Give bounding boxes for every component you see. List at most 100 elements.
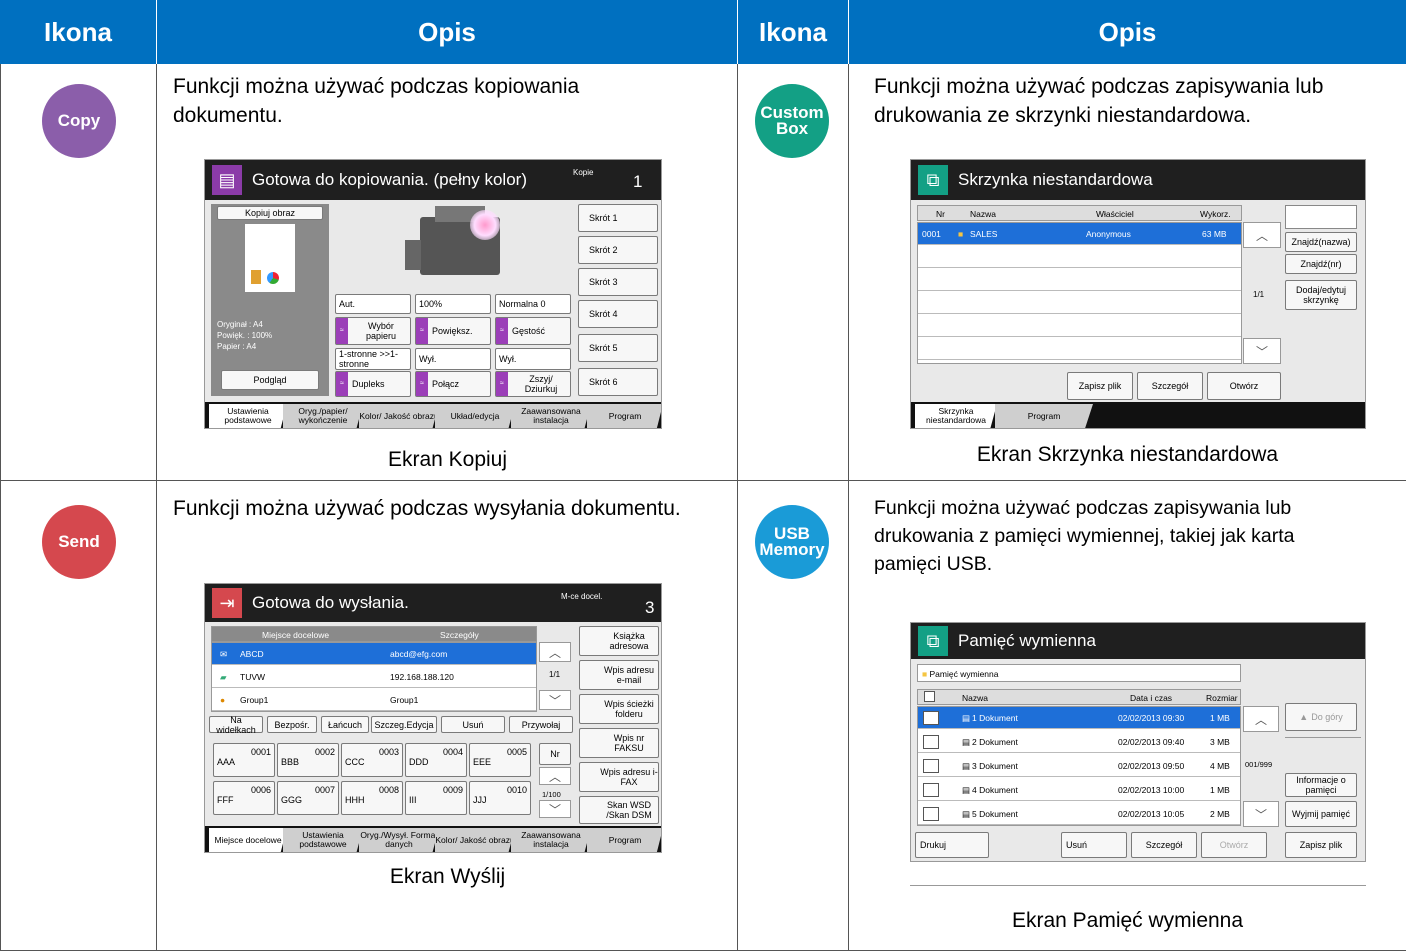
- box-search-field[interactable]: [1285, 205, 1357, 229]
- box-col-name[interactable]: Nazwa: [970, 209, 996, 219]
- destination-row[interactable]: ▰ TUVW 192.168.188.120: [212, 666, 536, 688]
- fax-number-button[interactable]: Wpis nr FAKSU: [579, 728, 659, 758]
- box-scroll-up-icon[interactable]: ︿: [1243, 222, 1281, 248]
- combine-button[interactable]: ≈ Połącz: [415, 371, 491, 397]
- tab-layout-edit[interactable]: Układ/edycja: [435, 404, 515, 428]
- address-entry[interactable]: 0010 JJJ: [469, 781, 531, 815]
- tab-program[interactable]: Program: [995, 404, 1093, 428]
- memory-info-button[interactable]: Informacje o pamięci: [1285, 773, 1357, 797]
- duplex-button[interactable]: ≈ Dupleks: [335, 371, 411, 397]
- tab-basic-settings[interactable]: Ustawienia podstawowe: [283, 828, 363, 852]
- staple-punch-button[interactable]: ≈ Zszyj/ Dziurkuj: [495, 371, 571, 397]
- address-name: FFF: [217, 795, 234, 805]
- tab-original-paper[interactable]: Oryg./papier/ wykończenie: [283, 404, 363, 428]
- box-table: 0001 ■ SALES Anonymous 63 MB: [917, 222, 1242, 364]
- open-button[interactable]: Otwórz: [1207, 372, 1281, 400]
- eject-memory-button[interactable]: Wyjmij pamięć: [1285, 801, 1357, 827]
- address-entry[interactable]: 0004 DDD: [405, 743, 467, 777]
- print-button[interactable]: Drukuj: [915, 832, 989, 858]
- address-entry[interactable]: 0005 EEE: [469, 743, 531, 777]
- tab-advanced-setup[interactable]: Zaawansowana instalacja: [511, 404, 591, 428]
- address-entry[interactable]: 0006 FFF: [213, 781, 275, 815]
- address-entry[interactable]: 0007 GGG: [277, 781, 339, 815]
- address-entry[interactable]: 0008 HHH: [341, 781, 403, 815]
- file-row[interactable]: ▤ 3 Dokument 02/02/2013 09:50 4 MB: [918, 755, 1240, 777]
- email-entry-button[interactable]: Wpis adresu e-mail: [579, 660, 659, 690]
- file-row[interactable]: ▤ 2 Dokument 02/02/2013 09:40 3 MB: [918, 731, 1240, 753]
- go-up-button[interactable]: ▲ Do góry: [1285, 703, 1357, 731]
- destination-row[interactable]: ✉ ABCD abcd@efg.com: [212, 643, 536, 665]
- folder-path-button[interactable]: Wpis ścieżki folderu: [579, 694, 659, 724]
- address-scroll-down-icon[interactable]: ﹀: [539, 800, 571, 818]
- chain-button[interactable]: Łańcuch: [321, 716, 369, 733]
- file-checkbox-checked[interactable]: [923, 711, 939, 725]
- address-entry[interactable]: 0003 CCC: [341, 743, 403, 777]
- detail-button[interactable]: Szczegół: [1137, 372, 1203, 400]
- address-entry[interactable]: 0001 AAA: [213, 743, 275, 777]
- shortcut-3-button[interactable]: Skrót 3: [578, 268, 658, 296]
- tab-color-quality[interactable]: Kolor/ Jakość obrazu: [435, 828, 515, 852]
- usb-col-date[interactable]: Data i czas: [1130, 693, 1172, 703]
- shortcut-1-button[interactable]: Skrót 1: [578, 204, 658, 232]
- address-entry[interactable]: 0009 III: [405, 781, 467, 815]
- box-row-sales[interactable]: 0001 ■ SALES Anonymous 63 MB: [918, 223, 1241, 245]
- address-scroll-up-icon[interactable]: ︿: [539, 767, 571, 785]
- wsd-scan-button[interactable]: Skan WSD /Skan DSM: [579, 796, 659, 824]
- usb-save-file-button[interactable]: Zapisz plik: [1285, 832, 1357, 858]
- tab-color-quality[interactable]: Kolor/ Jakość obrazu: [359, 404, 439, 428]
- usb-delete-button[interactable]: Usuń: [1061, 832, 1127, 858]
- file-row[interactable]: ▤ 5 Dokument 02/02/2013 10:05 2 MB: [918, 803, 1240, 825]
- usb-open-button[interactable]: Otwórz: [1201, 832, 1267, 858]
- detail-edit-button[interactable]: Szczeg.Edycja: [371, 716, 437, 733]
- find-by-number-button[interactable]: Znajdź(nr): [1285, 254, 1357, 274]
- file-checkbox[interactable]: [923, 735, 939, 749]
- file-row[interactable]: ▤ 1 Dokument 02/02/2013 09:30 1 MB: [918, 707, 1240, 729]
- sort-number-button[interactable]: Nr: [539, 743, 571, 765]
- file-checkbox[interactable]: [923, 783, 939, 797]
- tab-destination[interactable]: Miejsce docelowe: [209, 828, 287, 852]
- shortcut-2-button[interactable]: Skrót 2: [578, 236, 658, 264]
- box-icon: ⧉: [918, 165, 948, 195]
- usb-col-name[interactable]: Nazwa: [962, 693, 988, 703]
- shortcut-5-button[interactable]: Skrót 5: [578, 334, 658, 362]
- usb-description: Funkcji można używać podczas zapisywania…: [874, 497, 1295, 575]
- select-all-checkbox[interactable]: [924, 691, 935, 702]
- send-scroll-up-icon[interactable]: ︿: [539, 642, 571, 662]
- ifax-entry-button[interactable]: Wpis adresu i-FAX: [579, 762, 659, 792]
- copy-preview-button[interactable]: Podgląd: [221, 370, 319, 390]
- paper-selection-button[interactable]: ≈ Wybór papieru: [335, 317, 411, 345]
- direct-button[interactable]: Bezpośr.: [267, 716, 317, 733]
- tab-custom-box[interactable]: Skrzynka niestandardowa: [915, 404, 997, 428]
- delete-button[interactable]: Usuń: [441, 716, 505, 733]
- usb-scroll-up-icon[interactable]: ︿: [1243, 706, 1279, 732]
- usb-page-indicator: 001/999: [1245, 760, 1273, 769]
- file-row[interactable]: ▤ 4 Dokument 02/02/2013 10:00 1 MB: [918, 779, 1240, 801]
- recall-button[interactable]: Przywołaj: [509, 716, 573, 733]
- save-file-button[interactable]: Zapisz plik: [1067, 372, 1133, 400]
- zoom-button[interactable]: ≈ Powiększ.: [415, 317, 491, 345]
- shortcut-4-button[interactable]: Skrót 4: [578, 300, 658, 328]
- on-hook-button[interactable]: Na widełkach: [209, 715, 263, 735]
- shortcut-6-button[interactable]: Skrót 6: [578, 368, 658, 396]
- address-book-button[interactable]: Książka adresowa: [579, 626, 659, 656]
- add-edit-box-button[interactable]: Dodaj/edytuj skrzynkę: [1285, 280, 1357, 310]
- tab-send-format[interactable]: Oryg./Wysył. Format danych: [359, 828, 439, 852]
- usb-detail-button[interactable]: Szczegół: [1131, 832, 1197, 858]
- file-checkbox[interactable]: [923, 759, 939, 773]
- box-col-used[interactable]: Wykorz.: [1200, 209, 1231, 219]
- tab-basic-settings[interactable]: Ustawienia podstawowe: [209, 404, 287, 428]
- box-scroll-down-icon[interactable]: ﹀: [1243, 338, 1281, 364]
- tab-program[interactable]: Program: [587, 404, 661, 428]
- usb-col-size[interactable]: Rozmiar: [1206, 693, 1238, 703]
- density-button[interactable]: ≈ Gęstość: [495, 317, 571, 345]
- file-checkbox[interactable]: [923, 807, 939, 821]
- box-col-nr[interactable]: Nr: [936, 209, 945, 219]
- send-scroll-down-icon[interactable]: ﹀: [539, 690, 571, 710]
- tab-advanced-setup[interactable]: Zaawansowana instalacja: [511, 828, 591, 852]
- tab-program[interactable]: Program: [587, 828, 661, 852]
- usb-scroll-down-icon[interactable]: ﹀: [1243, 801, 1279, 827]
- find-by-name-button[interactable]: Znajdź(nazwa): [1285, 232, 1357, 252]
- address-entry[interactable]: 0002 BBB: [277, 743, 339, 777]
- destination-row[interactable]: ● Group1 Group1: [212, 689, 536, 711]
- box-col-owner[interactable]: Właściciel: [1096, 209, 1134, 219]
